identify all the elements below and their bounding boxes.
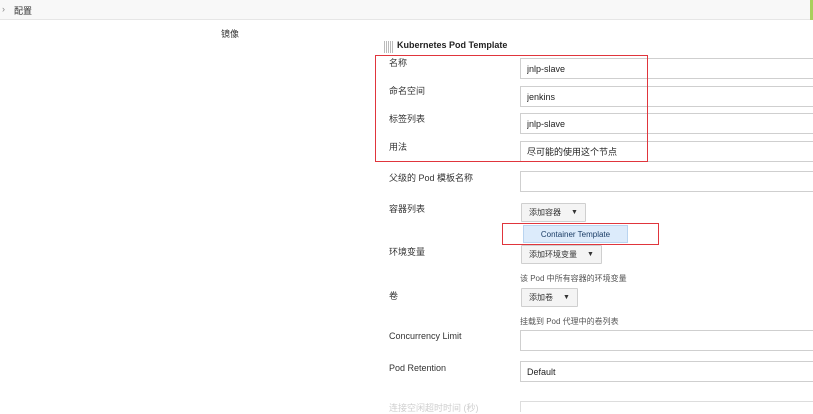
breadcrumb-configure[interactable]: 配置 <box>14 4 32 17</box>
add-volume-button-label: 添加卷 <box>529 293 553 302</box>
namespace-field[interactable] <box>520 86 813 107</box>
add-container-button[interactable]: 添加容器 ▼ <box>521 203 586 222</box>
chevron-right-icon: › <box>2 4 5 14</box>
labels-label: 标签列表 <box>389 114 426 124</box>
add-env-button-label: 添加环境变量 <box>529 250 577 259</box>
volumes-hint: 挂载到 Pod 代理中的卷列表 <box>520 317 619 326</box>
containers-label: 容器列表 <box>389 204 426 214</box>
add-container-button-label: 添加容器 <box>529 208 561 217</box>
volumes-label: 卷 <box>389 291 399 301</box>
add-env-button[interactable]: 添加环境变量 ▼ <box>521 245 602 264</box>
env-label: 环境变量 <box>389 247 426 257</box>
section-label-image: 镜像 <box>221 29 240 39</box>
concurrency-label: Concurrency Limit <box>389 331 462 341</box>
add-volume-button[interactable]: 添加卷 ▼ <box>521 288 578 307</box>
pod-template-heading: Kubernetes Pod Template <box>397 40 508 50</box>
parent-template-field[interactable] <box>520 171 813 192</box>
namespace-label: 命名空间 <box>389 86 426 96</box>
usage-select[interactable] <box>520 141 813 162</box>
retention-label: Pod Retention <box>389 363 447 373</box>
caret-down-icon: ▼ <box>571 209 578 216</box>
menu-item-container-template[interactable]: Container Template <box>523 225 628 243</box>
idle-timeout-label: 连接空闲超时时间 (秒) <box>389 403 479 413</box>
retention-select[interactable] <box>520 361 813 382</box>
breadcrumb-bar: › 配置 <box>0 0 813 20</box>
name-field[interactable] <box>520 58 813 79</box>
parent-template-label: 父级的 Pod 模板名称 <box>389 173 474 183</box>
name-label: 名称 <box>389 58 408 68</box>
caret-down-icon: ▼ <box>587 251 594 258</box>
caret-down-icon: ▼ <box>563 294 570 301</box>
labels-field[interactable] <box>520 113 813 134</box>
env-hint: 该 Pod 中所有容器的环境变量 <box>520 274 627 283</box>
usage-label: 用法 <box>389 142 408 152</box>
idle-timeout-field[interactable] <box>520 401 813 412</box>
concurrency-field[interactable] <box>520 330 813 351</box>
